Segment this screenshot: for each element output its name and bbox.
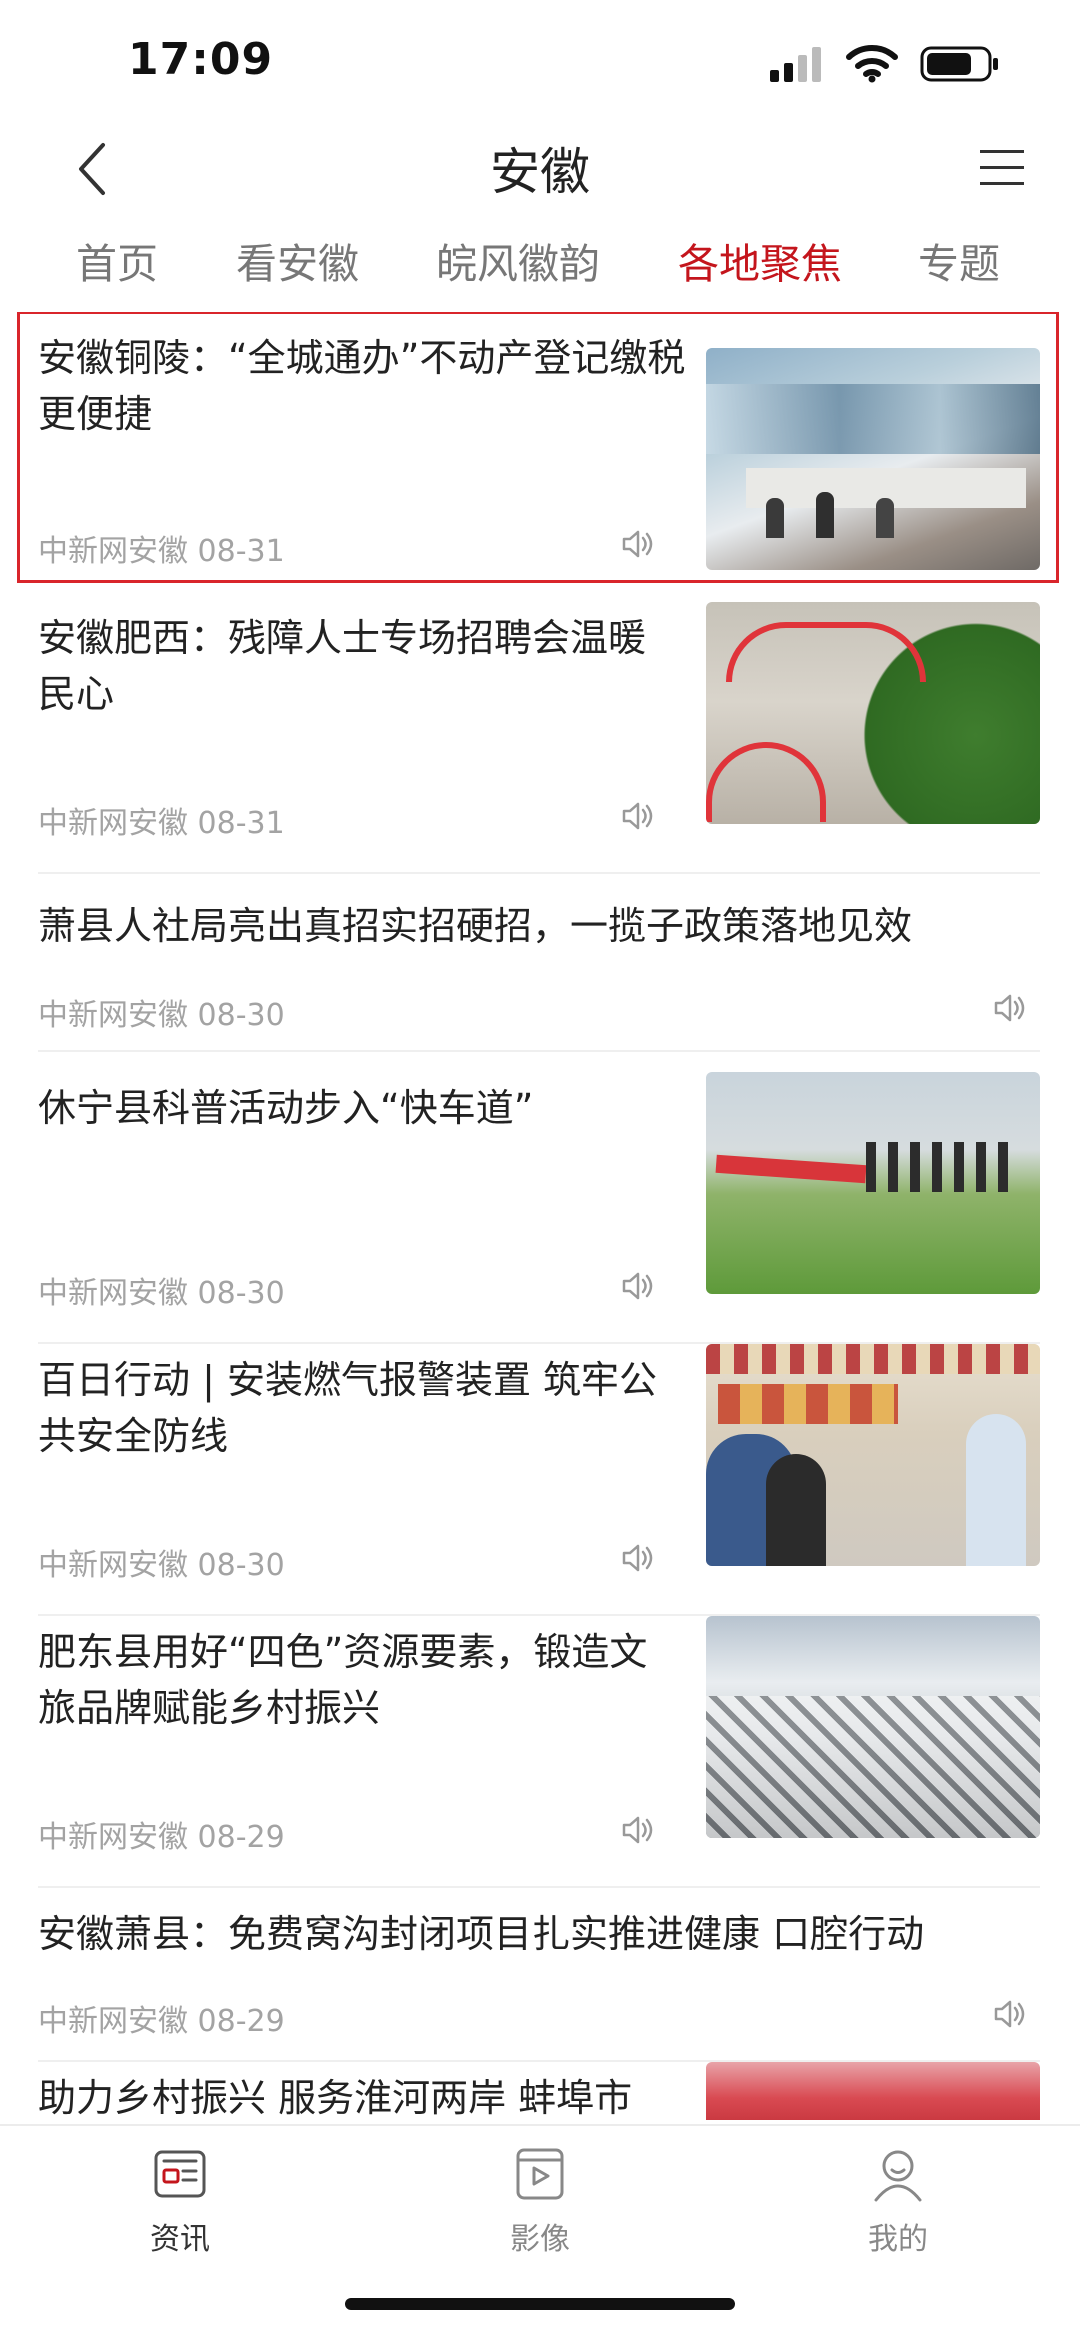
- speaker-icon[interactable]: [620, 1812, 656, 1848]
- news-title: 休宁县科普活动步入“快车道”: [38, 1086, 534, 1130]
- news-thumbnail: [706, 2062, 1040, 2120]
- menu-button[interactable]: [972, 138, 1032, 198]
- cellular-signal-icon: [770, 47, 821, 82]
- news-thumbnail: [706, 602, 1040, 824]
- tab-wanfeng-huiyun[interactable]: 皖风徽韵: [436, 230, 600, 290]
- news-title: 安徽铜陵：“全城通办”不动产登记缴税更便捷: [38, 336, 686, 436]
- news-meta: 中新网安徽 08-29: [38, 1996, 285, 2040]
- news-meta: 中新网安徽 08-30: [38, 990, 285, 1034]
- speaker-icon[interactable]: [620, 1268, 656, 1304]
- news-source: 中新网安徽: [38, 2004, 188, 2039]
- news-source: 中新网安徽: [38, 1276, 188, 1311]
- news-meta: 中新网安徽 08-30: [38, 1268, 285, 1312]
- news-item[interactable]: 安徽肥西：残障人士专场招聘会温暖民心 中新网安徽 08-31: [38, 602, 1040, 852]
- news-item[interactable]: 休宁县科普活动步入“快车道” 中新网安徽 08-30: [38, 1072, 1040, 1322]
- news-thumbnail: [706, 1344, 1040, 1566]
- speaker-icon[interactable]: [620, 526, 656, 562]
- divider: [38, 1050, 1040, 1052]
- category-tabs: 首页 看安徽 皖风徽韵 各地聚焦 专题: [0, 230, 1080, 310]
- news-title: 安徽萧县：免费窝沟封闭项目扎实推进健康 口腔行动: [38, 1912, 925, 1956]
- tabbar-profile-label: 我的: [868, 2222, 928, 2257]
- news-item[interactable]: 助力乡村振兴 服务淮河两岸 蚌埠市: [38, 2062, 1040, 2120]
- news-thumbnail: [706, 1616, 1040, 1838]
- tab-see-anhui[interactable]: 看安徽: [236, 230, 359, 290]
- news-date: 08-30: [197, 998, 285, 1033]
- hamburger-menu-icon: [980, 150, 1024, 185]
- divider: [38, 872, 1040, 874]
- news-date: 08-31: [197, 534, 285, 569]
- video-icon: [516, 2148, 564, 2200]
- tab-local-focus[interactable]: 各地聚焦: [678, 230, 842, 290]
- news-date: 08-30: [197, 1276, 285, 1311]
- speaker-icon[interactable]: [620, 1540, 656, 1576]
- news-meta: 中新网安徽 08-30: [38, 1540, 285, 1584]
- news-item[interactable]: 肥东县用好“四色”资源要素，锻造文旅品牌赋能乡村振兴 中新网安徽 08-29: [38, 1616, 1040, 1866]
- news-date: 08-29: [197, 1820, 285, 1855]
- tabbar-video[interactable]: 影像: [460, 2144, 620, 2258]
- news-title: 萧县人社局亮出真招实招硬招，一揽子政策落地见效: [38, 904, 913, 948]
- news-feed: 安徽铜陵：“全城通办”不动产登记缴税更便捷 中新网安徽 08-31 安徽肥西：残…: [0, 312, 1080, 2120]
- news-date: 08-31: [197, 806, 285, 841]
- news-meta: 中新网安徽 08-31: [38, 798, 285, 842]
- news-date: 08-30: [197, 1548, 285, 1583]
- home-indicator: [345, 2298, 735, 2310]
- news-source: 中新网安徽: [38, 534, 188, 569]
- news-item[interactable]: 安徽萧县：免费窝沟封闭项目扎实推进健康 口腔行动 中新网安徽 08-29: [38, 1888, 1040, 2048]
- news-title: 安徽肥西：残障人士专场招聘会温暖民心: [38, 616, 647, 716]
- status-bar: 17:09: [0, 0, 1080, 120]
- news-meta: 中新网安徽 08-31: [38, 526, 285, 570]
- tabbar-profile[interactable]: 我的: [818, 2144, 978, 2258]
- news-meta: 中新网安徽 08-29: [38, 1812, 285, 1856]
- status-time: 17:09: [128, 34, 274, 85]
- news-item[interactable]: 萧县人社局亮出真招实招硬招，一揽子政策落地见效 中新网安徽 08-30: [38, 878, 1040, 1038]
- battery-icon: [920, 46, 998, 82]
- tabbar-news-label: 资讯: [150, 2222, 210, 2257]
- tabbar-news[interactable]: 资讯: [100, 2144, 260, 2258]
- page-title: 安徽: [490, 143, 590, 201]
- news-item[interactable]: 百日行动 | 安装燃气报警装置 筑牢公共安全防线 中新网安徽 08-30: [38, 1344, 1040, 1594]
- news-item[interactable]: 安徽铜陵：“全城通办”不动产登记缴税更便捷 中新网安徽 08-31: [17, 312, 1059, 583]
- news-title: 肥东县用好“四色”资源要素，锻造文旅品牌赋能乡村振兴: [38, 1630, 648, 1730]
- profile-icon: [874, 2150, 922, 2202]
- news-source: 中新网安徽: [38, 1548, 188, 1583]
- status-icons: [768, 44, 1000, 84]
- speaker-icon[interactable]: [620, 798, 656, 834]
- news-thumbnail: [706, 348, 1040, 570]
- news-source: 中新网安徽: [38, 806, 188, 841]
- tabbar-video-label: 影像: [510, 2222, 570, 2257]
- news-title: 助力乡村振兴 服务淮河两岸 蚌埠市: [38, 2076, 633, 2120]
- news-thumbnail: [706, 1072, 1040, 1294]
- news-date: 08-29: [197, 2004, 285, 2039]
- nav-bar: 安徽: [0, 120, 1080, 216]
- tab-home[interactable]: 首页: [76, 230, 158, 290]
- tab-special-topics[interactable]: 专题: [918, 230, 1000, 290]
- speaker-icon[interactable]: [992, 1996, 1028, 2032]
- wifi-icon: [846, 45, 898, 83]
- news-title: 百日行动 | 安装燃气报警装置 筑牢公共安全防线: [38, 1358, 658, 1458]
- news-source: 中新网安徽: [38, 1820, 188, 1855]
- news-source: 中新网安徽: [38, 998, 188, 1033]
- speaker-icon[interactable]: [992, 990, 1028, 1026]
- news-icon: [154, 2150, 206, 2198]
